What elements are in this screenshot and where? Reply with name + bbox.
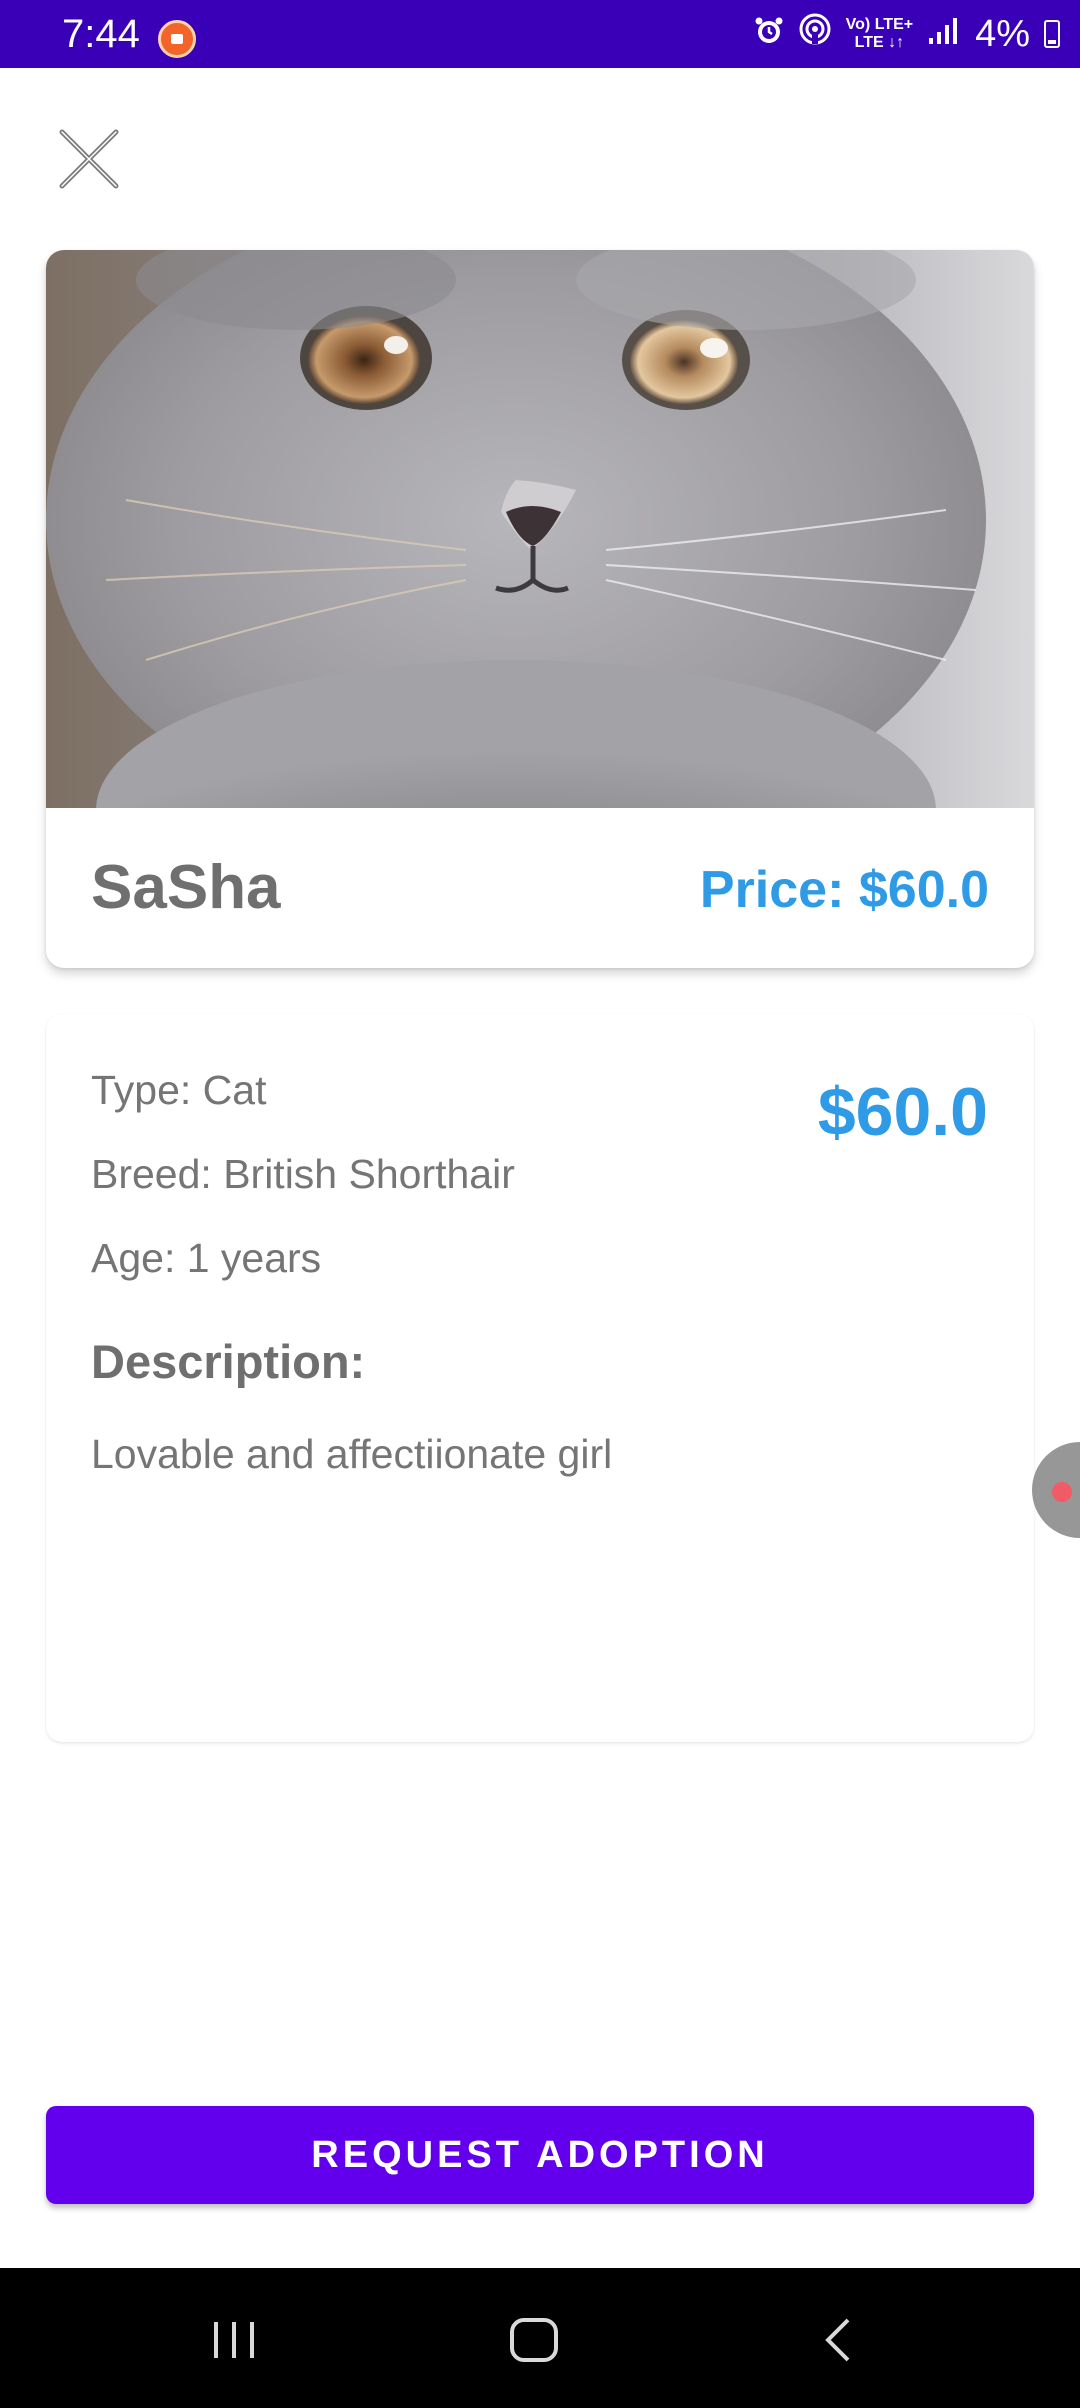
screen: 7:44 Vo) LTE+ LTE ↓↑ 4% SaSha Price: $60… (0, 0, 1080, 2408)
request-adoption-button[interactable]: REQUEST ADOPTION (46, 2106, 1034, 2204)
screen-record-icon (158, 20, 196, 58)
recents-icon (214, 2322, 254, 2358)
hotspot-icon (798, 12, 832, 56)
description-heading: Description: (91, 1335, 366, 1388)
signal-icon (927, 13, 961, 56)
pet-age: Age: 1 years (91, 1235, 322, 1281)
floating-record-bubble[interactable] (1032, 1442, 1080, 1538)
recents-button[interactable] (206, 2312, 262, 2368)
pet-price: $60.0 (817, 1074, 988, 1150)
record-dot-icon (1052, 1482, 1072, 1502)
description-text: Lovable and affectiionate girl (91, 1431, 613, 1477)
home-button[interactable] (506, 2312, 562, 2368)
pet-breed: Breed: British Shorthair (91, 1151, 515, 1197)
battery-percent: 4% (975, 12, 1030, 55)
pet-price-label: Price: $60.0 (699, 861, 989, 919)
lte-label: LTE ↓↑ (854, 34, 905, 51)
status-time: 7:44 (62, 12, 140, 56)
pet-card[interactable]: SaSha Price: $60.0 (46, 250, 1034, 968)
close-button[interactable] (56, 126, 122, 192)
cat-photo (46, 250, 1034, 808)
status-icons: Vo) LTE+ LTE ↓↑ 4% (754, 10, 1060, 58)
home-icon (510, 2318, 558, 2362)
volte-icon: Vo) LTE+ LTE ↓↑ (846, 16, 913, 52)
alarm-icon (754, 13, 784, 56)
pet-type: Type: Cat (91, 1067, 267, 1113)
volte-label: Vo) LTE+ (845, 16, 914, 33)
pet-name: SaSha (91, 853, 281, 922)
close-icon (59, 129, 119, 189)
back-icon (825, 2318, 850, 2362)
status-bar: 7:44 Vo) LTE+ LTE ↓↑ 4% (0, 0, 1080, 68)
navigation-bar (0, 2268, 1080, 2408)
battery-icon (1044, 20, 1060, 48)
details-card: Type: Cat Breed: British Shorthair Age: … (46, 1014, 1034, 1742)
back-button[interactable] (812, 2312, 868, 2368)
